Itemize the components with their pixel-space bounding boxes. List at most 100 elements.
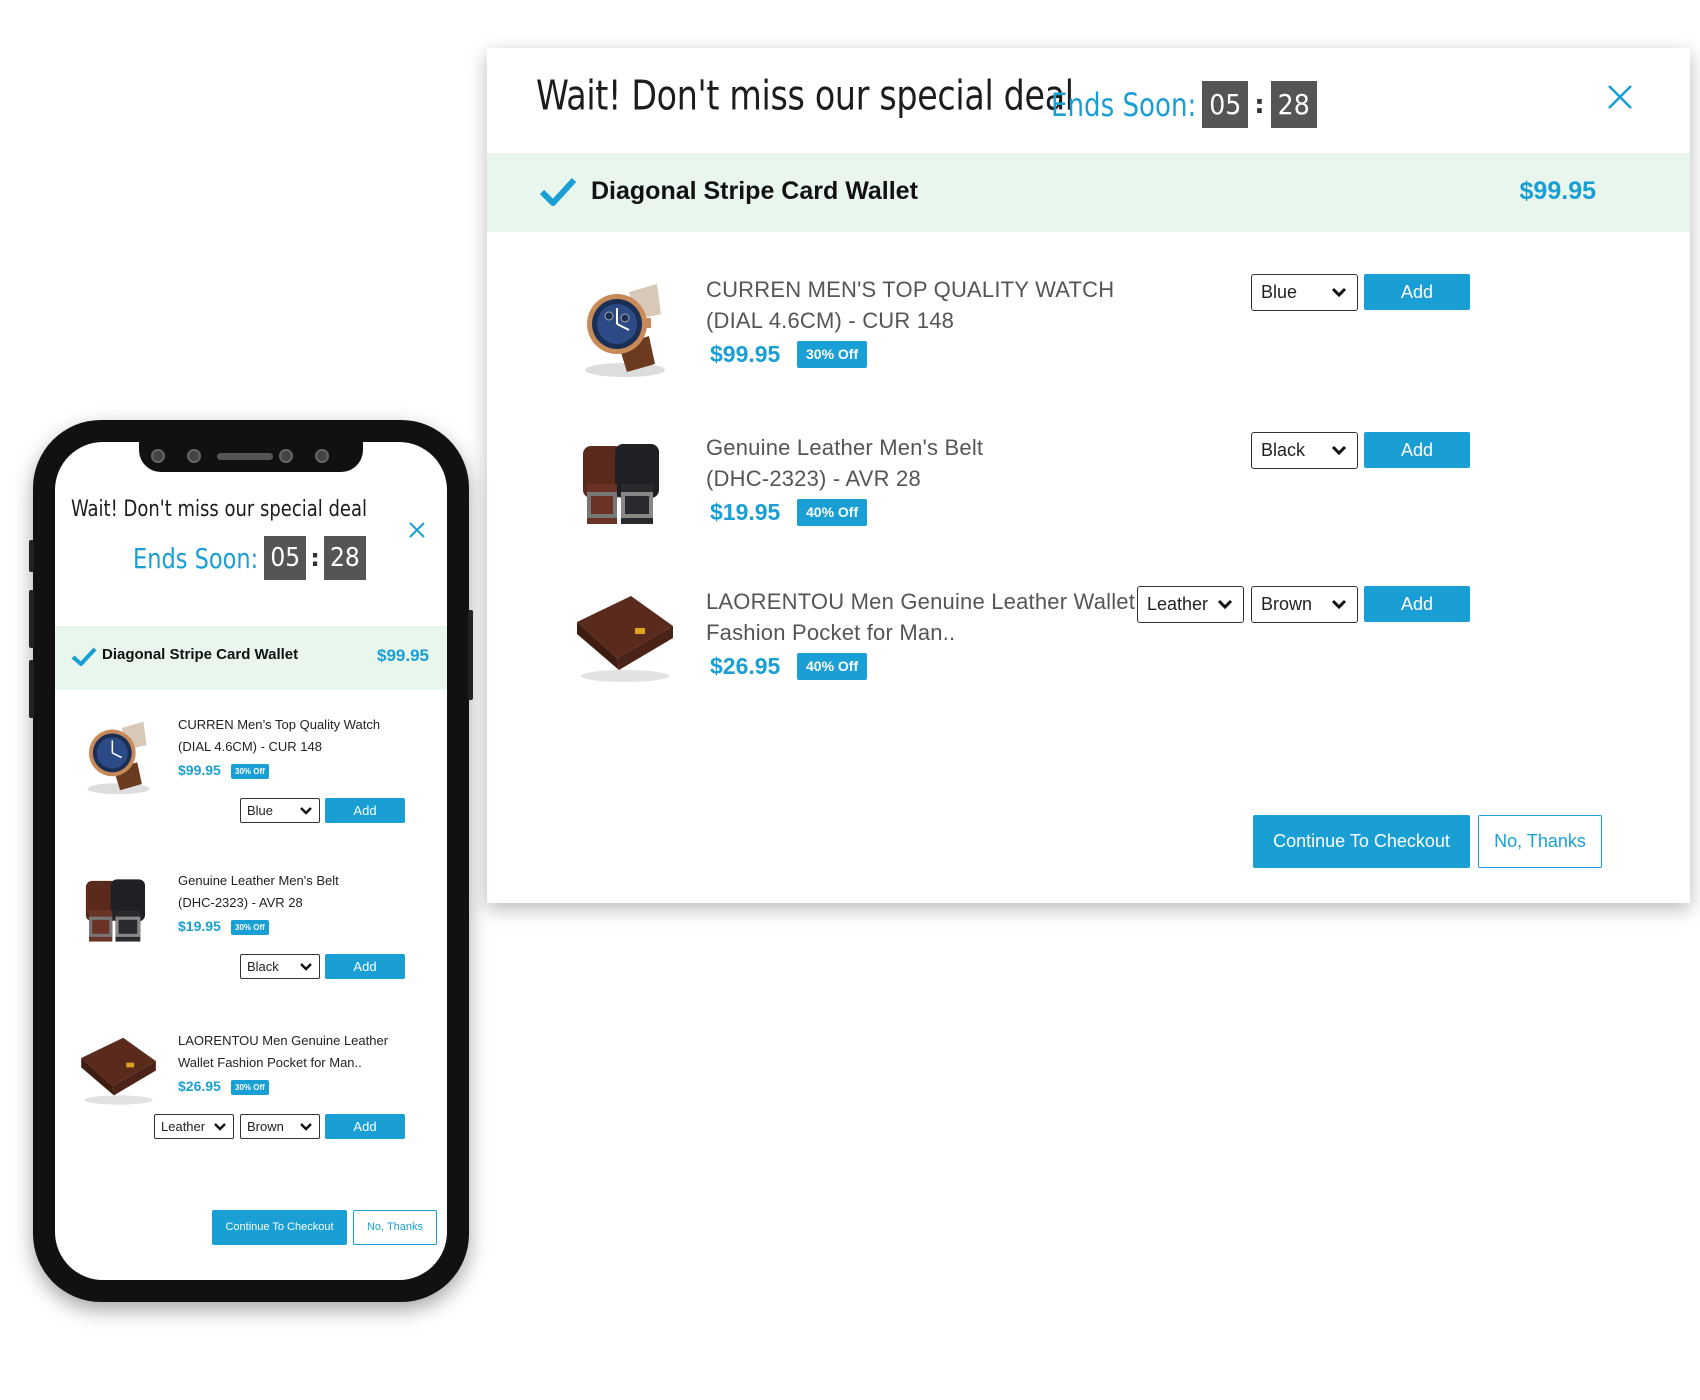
product-name: LAORENTOU Men Genuine Leather Wallet Fas… <box>706 586 1136 648</box>
select-value: Leather <box>1147 594 1209 614</box>
selected-product-price: $99.95 <box>377 646 429 665</box>
popup-title: Wait! Don't miss our special deal <box>536 72 1074 120</box>
list-item: Genuine Leather Men's Belt (DHC-2323) - … <box>55 870 447 1020</box>
product-name: Genuine Leather Men's Belt (DHC-2323) - … <box>178 870 428 914</box>
color-select[interactable]: Black <box>240 954 320 979</box>
phone-side-button <box>29 540 34 572</box>
phone-mockup: Wait! Don't miss our special deal Ends S… <box>29 420 473 1302</box>
mobile-upsell-popup: Wait! Don't miss our special deal Ends S… <box>55 442 447 1280</box>
chevron-down-icon <box>300 1123 312 1131</box>
continue-to-checkout-button[interactable]: Continue To Checkout <box>1253 815 1470 868</box>
phone-side-button <box>468 610 473 700</box>
product-name: Genuine Leather Men's Belt (DHC-2323) - … <box>706 432 1136 494</box>
color-select[interactable]: Black <box>1251 432 1358 469</box>
product-name-line1: CURREN Men’s Top Quality Watch <box>178 717 381 732</box>
sensor-dot <box>187 449 201 463</box>
watch-image <box>585 284 665 377</box>
phone-side-button <box>29 590 34 648</box>
product-name-line1: CURREN MEN'S TOP QUALITY WATCH <box>706 277 1115 302</box>
selected-product-name: Diagonal Stripe Card Wallet <box>102 646 299 663</box>
list-item: LAORENTOU Men Genuine Leather Wallet Fas… <box>55 1030 447 1180</box>
popup-title: Wait! Don't miss our special deal <box>71 495 368 522</box>
product-price: $19.95 <box>710 499 781 525</box>
ends-soon-label: Ends Soon: <box>133 542 259 574</box>
wallet-image <box>81 1037 156 1105</box>
discount-badge: 30% Off <box>231 1080 269 1095</box>
list-item: CURREN MEN'S TOP QUALITY WATCH (DIAL 4.6… <box>487 274 1690 394</box>
belt-image <box>85 879 145 942</box>
product-price: $26.95 <box>178 1078 221 1094</box>
no-thanks-button[interactable]: No, Thanks <box>353 1210 437 1245</box>
material-select[interactable]: Leather <box>1137 586 1244 623</box>
product-name: CURREN MEN'S TOP QUALITY WATCH (DIAL 4.6… <box>706 274 1136 336</box>
chevron-down-icon <box>1217 599 1233 610</box>
product-name-line2: Wallet Fashion Pocket for Man.. <box>178 1055 362 1070</box>
timer-minutes: 05 <box>1202 81 1249 128</box>
timer-minutes: 05 <box>264 536 307 580</box>
selected-product-banner: Diagonal Stripe Card Wallet $99.95 <box>487 153 1690 232</box>
product-name-line1: LAORENTOU Men Genuine Leather Wallet <box>706 589 1136 614</box>
discount-badge: 30% Off <box>797 341 868 368</box>
select-value: Brown <box>247 1119 284 1134</box>
continue-to-checkout-button[interactable]: Continue To Checkout <box>212 1210 347 1245</box>
list-item: Genuine Leather Men's Belt (DHC-2323) - … <box>487 432 1690 552</box>
phone-notch <box>139 442 363 472</box>
close-icon[interactable] <box>1607 84 1633 110</box>
discount-badge: 30% Off <box>231 920 269 935</box>
add-button[interactable]: Add <box>325 798 405 823</box>
color-select[interactable]: Brown <box>1251 586 1358 623</box>
product-name: CURREN Men’s Top Quality Watch (DIAL 4.6… <box>178 714 428 758</box>
chevron-down-icon <box>1331 445 1347 456</box>
chevron-down-icon <box>300 963 312 971</box>
chevron-down-icon <box>300 807 312 815</box>
timer-separator: : <box>310 544 320 572</box>
color-select[interactable]: Blue <box>1251 274 1358 311</box>
product-name-line2: Fashion Pocket for Man.. <box>706 620 956 645</box>
product-name-line2: (DIAL 4.6CM) - CUR 148 <box>706 308 955 333</box>
discount-badge: 30% Off <box>231 764 269 779</box>
add-button[interactable]: Add <box>325 954 405 979</box>
chevron-down-icon <box>1331 287 1347 298</box>
timer-separator: : <box>1254 89 1265 120</box>
desktop-upsell-popup: Wait! Don't miss our special deal Ends S… <box>487 48 1690 903</box>
color-select[interactable]: Blue <box>240 798 320 823</box>
product-name-line1: Genuine Leather Men's Belt <box>706 435 984 460</box>
product-name-line1: LAORENTOU Men Genuine Leather <box>178 1033 389 1048</box>
selected-product-banner: Diagonal Stripe Card Wallet $99.95 <box>55 626 447 690</box>
add-button[interactable]: Add <box>325 1114 405 1139</box>
wallet-image <box>577 596 673 682</box>
checkmark-icon <box>539 177 577 206</box>
chevron-down-icon <box>1331 599 1347 610</box>
close-icon[interactable] <box>409 522 425 538</box>
countdown-timer: Ends Soon: 05 : 28 <box>1051 81 1317 128</box>
product-name-line2: (DIAL 4.6CM) - CUR 148 <box>178 739 322 754</box>
timer-seconds: 28 <box>323 536 366 580</box>
discount-badge: 40% Off <box>797 653 868 680</box>
belt-image <box>583 444 659 524</box>
product-name-line2: (DHC-2323) - AVR 28 <box>706 466 921 491</box>
no-thanks-button[interactable]: No, Thanks <box>1478 815 1602 868</box>
material-select[interactable]: Leather <box>154 1114 234 1139</box>
product-name-line2: (DHC-2323) - AVR 28 <box>178 895 303 910</box>
add-button[interactable]: Add <box>1364 274 1470 310</box>
watch-image <box>87 721 150 795</box>
selected-product-price: $99.95 <box>1519 177 1596 205</box>
product-price: $26.95 <box>710 653 781 679</box>
chevron-down-icon <box>214 1123 226 1131</box>
select-value: Black <box>1261 440 1306 460</box>
list-item: LAORENTOU Men Genuine Leather Wallet Fas… <box>487 586 1690 706</box>
select-value: Brown <box>1261 594 1313 614</box>
selected-product-name: Diagonal Stripe Card Wallet <box>591 177 918 205</box>
speaker-grille <box>217 453 273 460</box>
color-select[interactable]: Brown <box>240 1114 320 1139</box>
list-item: CURREN Men’s Top Quality Watch (DIAL 4.6… <box>55 714 447 864</box>
ends-soon-label: Ends Soon: <box>1051 85 1197 124</box>
add-button[interactable]: Add <box>1364 432 1470 468</box>
product-price: $99.95 <box>710 341 781 367</box>
product-price: $99.95 <box>178 762 221 778</box>
sensor-dot <box>279 449 293 463</box>
add-button[interactable]: Add <box>1364 586 1470 622</box>
product-name: LAORENTOU Men Genuine Leather Wallet Fas… <box>178 1030 428 1074</box>
discount-badge: 40% Off <box>797 499 868 526</box>
camera-dot <box>315 449 329 463</box>
